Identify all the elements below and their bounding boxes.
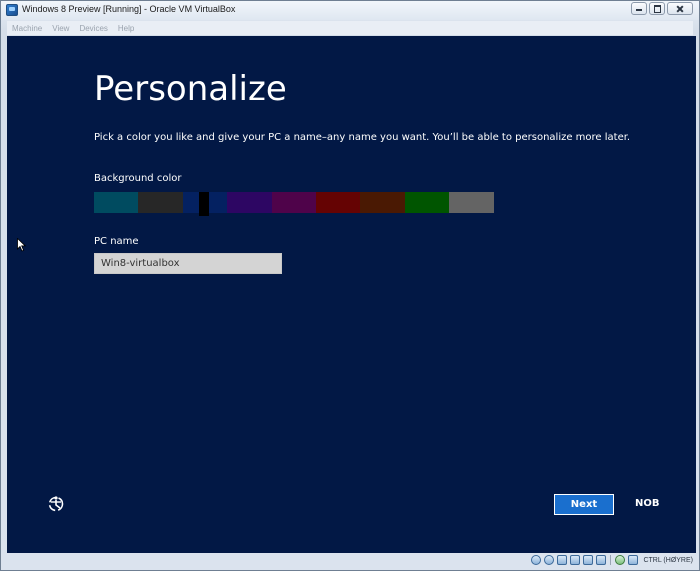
optical-drive-icon[interactable] — [544, 555, 555, 565]
menu-machine[interactable]: Machine — [7, 24, 47, 33]
shared-folders-icon[interactable] — [583, 555, 594, 565]
hard-disk-icon[interactable] — [531, 555, 542, 565]
menu-bar: Machine View Devices Help — [7, 21, 693, 35]
title-bar[interactable]: Windows 8 Preview [Running] - Oracle VM … — [1, 1, 699, 20]
vm-screen[interactable]: Personalize Pick a color you like and gi… — [7, 36, 696, 553]
status-separator — [610, 555, 612, 565]
mouse-integration-icon[interactable] — [628, 555, 639, 565]
status-bar: CTRL (HØYRE) — [7, 553, 693, 567]
ease-of-access-icon[interactable] — [47, 495, 65, 513]
maximize-button[interactable] — [649, 2, 665, 15]
mouse-pointer-icon — [17, 238, 27, 252]
page-description: Pick a color you like and give your PC a… — [94, 132, 631, 143]
language-indicator[interactable]: NOB — [635, 498, 660, 509]
color-swatch-row — [94, 192, 494, 216]
virtualbox-window: Windows 8 Preview [Running] - Oracle VM … — [0, 0, 700, 571]
menu-view[interactable]: View — [47, 24, 74, 33]
color-swatch-teal[interactable] — [94, 192, 139, 213]
virtualbox-icon — [6, 4, 18, 16]
virtualization-icon[interactable] — [615, 555, 626, 565]
menu-help[interactable]: Help — [113, 24, 139, 33]
usb-icon[interactable] — [557, 555, 568, 565]
color-selection-marker[interactable] — [199, 192, 209, 216]
color-swatch-plum[interactable] — [271, 192, 316, 213]
display-icon[interactable] — [596, 555, 607, 565]
close-button[interactable] — [667, 2, 693, 15]
color-swatch-purple[interactable] — [227, 192, 272, 213]
window-title: Windows 8 Preview [Running] - Oracle VM … — [22, 4, 236, 14]
host-key-label: CTRL (HØYRE) — [643, 556, 693, 564]
window-controls — [631, 2, 693, 15]
menu-devices[interactable]: Devices — [74, 24, 112, 33]
color-swatch-gray[interactable] — [449, 192, 494, 213]
color-swatch-red[interactable] — [315, 192, 361, 213]
pc-name-input[interactable] — [94, 253, 282, 274]
next-button[interactable]: Next — [554, 494, 614, 515]
page-title: Personalize — [94, 69, 287, 109]
color-swatch-charcoal[interactable] — [138, 192, 183, 213]
pc-name-label: PC name — [94, 236, 139, 247]
background-color-label: Background color — [94, 173, 182, 184]
color-swatch-green[interactable] — [404, 192, 450, 213]
color-swatch-brown[interactable] — [360, 192, 405, 213]
network-icon[interactable] — [570, 555, 581, 565]
minimize-button[interactable] — [631, 2, 647, 15]
